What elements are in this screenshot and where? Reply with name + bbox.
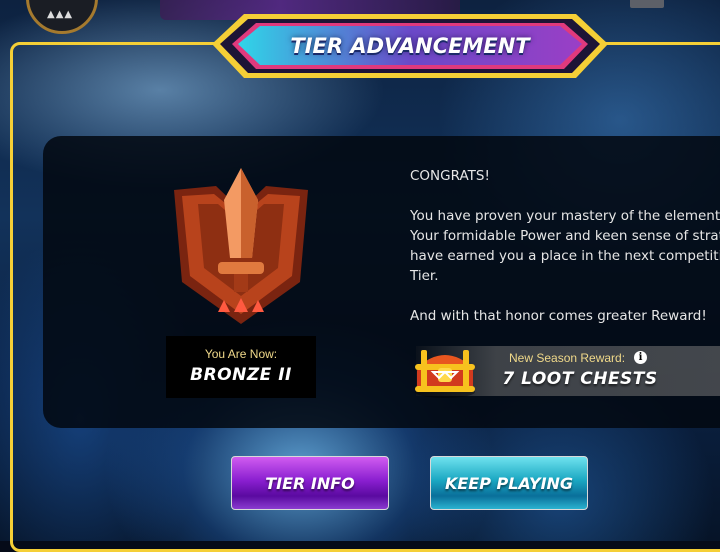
rank-name: BRONZE II	[190, 365, 292, 385]
tier-info-button[interactable]: TIER INFO	[231, 456, 389, 510]
rank-caption: You Are Now:	[204, 347, 278, 361]
congrats-message: CONGRATS! You have proven your mastery o…	[410, 166, 720, 326]
keep-playing-button[interactable]: KEEP PLAYING	[430, 456, 588, 510]
reward-caption: New Season Reward:	[509, 351, 626, 365]
message-reward-line: And with that honor comes greater Reward…	[410, 308, 707, 324]
loot-chest-icon	[411, 342, 479, 400]
title-banner: TIER ADVANCEMENT	[212, 10, 608, 82]
menu-icon[interactable]	[630, 0, 664, 8]
message-line: Your formidable Power and keen sense of …	[410, 228, 720, 244]
message-line: You have proven your mastery of the elem…	[410, 208, 720, 224]
message-heading: CONGRATS!	[410, 168, 490, 184]
message-line: Tier.	[410, 268, 439, 284]
info-icon[interactable]: i	[634, 351, 647, 364]
rank-box: You Are Now: BRONZE II	[166, 336, 316, 398]
bronze-shield-icon	[168, 164, 314, 332]
crown-icon: ▲▲▲	[47, 9, 74, 20]
reward-value: 7 LOOT CHESTS	[502, 369, 658, 389]
page-title: TIER ADVANCEMENT	[290, 34, 530, 58]
message-line: have earned you a place in the next comp…	[410, 248, 720, 264]
